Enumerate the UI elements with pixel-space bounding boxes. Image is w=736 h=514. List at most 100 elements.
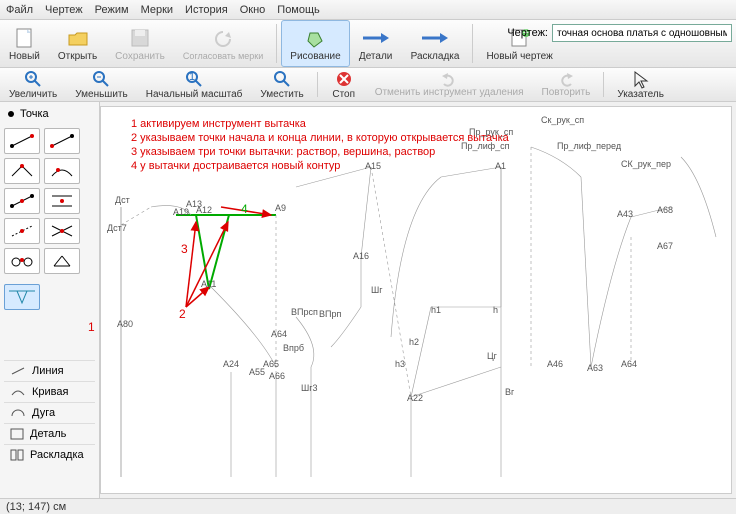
fit-button[interactable]: Уместить: [251, 68, 312, 101]
open-button[interactable]: Открыть: [49, 20, 106, 67]
annotation-marker-1: 1: [88, 320, 95, 334]
layout-panel[interactable]: Раскладка: [4, 444, 95, 465]
pt: А9: [275, 203, 286, 213]
pt: Пр_рук_сп: [469, 127, 513, 137]
tool-7[interactable]: [4, 218, 40, 244]
dart-tool[interactable]: [4, 284, 40, 310]
pt: h3: [395, 359, 405, 369]
arc-panel[interactable]: Дуга: [4, 402, 95, 423]
line-panel[interactable]: Линия: [4, 360, 95, 381]
menu-mode[interactable]: Режим: [95, 4, 129, 16]
zoom-in-icon: [24, 70, 42, 88]
pt: Вг: [505, 387, 514, 397]
arrow-right-icon: [420, 31, 450, 45]
new-icon: [13, 27, 35, 49]
pt: h: [493, 305, 498, 315]
pt: СК_рук_пер: [621, 159, 671, 169]
stop-button[interactable]: Стоп: [322, 68, 366, 101]
agree-button[interactable]: Согласовать мерки: [174, 20, 272, 67]
menu-measures[interactable]: Мерки: [141, 4, 173, 16]
point-icon: [8, 111, 14, 117]
tool-9[interactable]: [4, 248, 40, 274]
svg-text:1: 1: [189, 71, 195, 83]
curve-icon: [10, 387, 26, 397]
pt: А64: [271, 329, 287, 339]
drawing-name-input[interactable]: [552, 24, 732, 42]
pt: А15: [365, 161, 381, 171]
pt: А66: [269, 371, 285, 381]
fit-icon: [273, 70, 291, 88]
pt: Цг: [487, 351, 497, 361]
drawing-canvas[interactable]: 1 активируем инструмент вытачка 2 указыв…: [100, 106, 732, 494]
menu-help[interactable]: Помощь: [277, 4, 320, 16]
save-button[interactable]: Сохранить: [106, 20, 174, 67]
pt: А1: [495, 161, 506, 171]
undo-icon: [440, 72, 458, 86]
tool-3[interactable]: [4, 158, 40, 184]
arrow-right-icon: [361, 31, 391, 45]
tool-1[interactable]: [4, 128, 40, 154]
drawing-label: Чертеж:: [507, 27, 548, 39]
layout-button[interactable]: Раскладка: [402, 20, 469, 67]
pt: А43: [617, 209, 633, 219]
menu-drawing[interactable]: Чертеж: [45, 4, 83, 16]
menu-window[interactable]: Окно: [240, 4, 266, 16]
pt: А64: [621, 359, 637, 369]
line-icon: [10, 366, 26, 376]
marker-3: 3: [181, 242, 188, 256]
dart-tools: [4, 284, 95, 310]
pt: Ск_рук_сп: [541, 115, 584, 125]
point-section[interactable]: Точка: [4, 106, 95, 122]
pt: А11: [201, 279, 216, 289]
status-bar: (13; 147) см: [0, 498, 736, 514]
pt: А46: [547, 359, 563, 369]
pt: Пр_лиф_перед: [557, 141, 621, 151]
zoom-in-button[interactable]: Увеличить: [0, 68, 66, 101]
menu-file[interactable]: Файл: [6, 4, 33, 16]
pt: Впрб: [283, 343, 304, 353]
zoom-reset-icon: 1: [185, 70, 203, 88]
stop-icon: [335, 70, 353, 88]
pt: А24: [223, 359, 239, 369]
tool-4[interactable]: [44, 158, 80, 184]
point-label: Точка: [20, 108, 49, 120]
status-coords: (13; 147) см: [6, 501, 66, 513]
pt: А80: [117, 319, 133, 329]
curve-panel[interactable]: Кривая: [4, 381, 95, 402]
pt: ВПрсп: [291, 307, 318, 317]
tool-2[interactable]: [44, 128, 80, 154]
pt: А68: [657, 205, 673, 215]
workarea: Точка Линия Кривая Дуга Деталь Раскладка…: [0, 102, 736, 498]
pt: А67: [657, 241, 673, 251]
tool-6[interactable]: [44, 188, 80, 214]
zoom-out-button[interactable]: Уменьшить: [66, 68, 136, 101]
zoom-out-icon: [92, 70, 110, 88]
details-button[interactable]: Детали: [350, 20, 402, 67]
new-button[interactable]: Новый: [0, 20, 49, 67]
tool-8[interactable]: [44, 218, 80, 244]
pt: ВПрп: [319, 309, 341, 319]
point-tools: [4, 128, 95, 274]
redo-button[interactable]: Повторить: [533, 68, 600, 101]
sync-icon: [211, 28, 235, 50]
detail-panel[interactable]: Деталь: [4, 423, 95, 444]
pt: А22: [407, 393, 423, 403]
pt: Дст7: [107, 223, 127, 233]
undo-button[interactable]: Отменить инструмент удаления: [366, 68, 533, 101]
pt: Шг: [371, 285, 383, 295]
zoom-fit-button[interactable]: 1 Начальный масштаб: [137, 68, 252, 101]
pointer-button[interactable]: Указатель: [608, 68, 673, 101]
menu-history[interactable]: История: [185, 4, 228, 16]
pt: Пр_лиф_сп: [461, 141, 510, 151]
redo-icon: [557, 72, 575, 86]
detail-icon: [10, 428, 24, 440]
pt: Дст: [115, 195, 130, 205]
tool-5[interactable]: [4, 188, 40, 214]
arc-icon: [10, 408, 26, 418]
pt: h2: [409, 337, 419, 347]
open-icon: [67, 27, 89, 49]
tool-10[interactable]: [44, 248, 80, 274]
drawing-mode-button[interactable]: Рисование: [281, 20, 349, 67]
save-icon: [129, 27, 151, 49]
tool-panel: Точка Линия Кривая Дуга Деталь Раскладка: [0, 102, 100, 498]
